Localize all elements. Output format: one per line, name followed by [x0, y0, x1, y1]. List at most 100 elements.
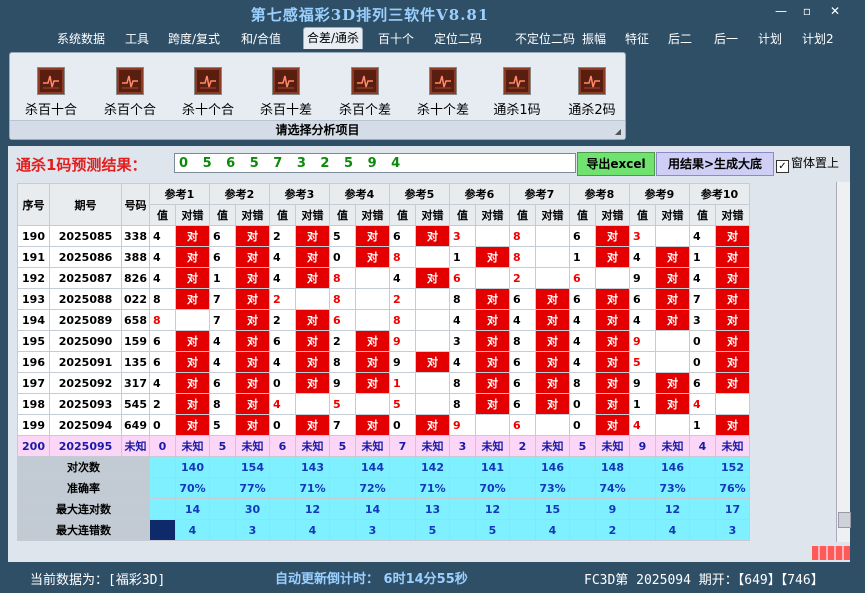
menu-item[interactable]: 后二 — [668, 30, 692, 47]
export-excel-button[interactable]: 导出excel — [577, 152, 655, 176]
ribbon-button[interactable]: 杀百十合 — [16, 67, 86, 118]
check-cell — [535, 414, 570, 436]
table-row[interactable]: 197 2025092 317 4 对 6 对 0 对 9 对 1 8 对 6 对 8 对 9 对 6 对 — [17, 372, 750, 394]
table-row[interactable]: 190 2025085 338 4 对 6 对 2 对 5 对 6 对 3 8 6 对 3 4 对 — [17, 225, 750, 247]
prediction-result-field[interactable]: 0 5 6 5 7 3 2 5 9 4 — [174, 153, 576, 173]
table-row[interactable]: 198 2025093 545 2 对 8 对 4 5 5 8 对 6 对 0 对 1 对 4 — [17, 393, 750, 415]
menu-item[interactable]: 计划2 — [802, 30, 834, 47]
main-panel: 通杀1码预测结果： 0 5 6 5 7 3 2 5 9 4 导出excel 用结… — [8, 146, 851, 562]
check-cell: 对 — [715, 225, 750, 247]
stats-label: 对次数 — [17, 456, 150, 478]
menu-item[interactable]: 和/合值 — [241, 30, 281, 47]
ribbon-button[interactable]: 通杀2码 — [557, 67, 627, 118]
menu-item[interactable]: 百十个 — [378, 30, 414, 47]
table-row[interactable]: 195 2025090 159 6 对 4 对 6 对 2 对 9 3 对 8 对 4 对 9 0 对 — [17, 330, 750, 352]
table-row[interactable]: 192 2025087 826 4 对 1 对 4 对 8 4 对 6 2 6 9 对 4 对 — [17, 267, 750, 289]
check-cell: 对 — [595, 372, 630, 394]
ribbon-button[interactable]: 杀十个合 — [173, 67, 243, 118]
seq-cell: 190 — [17, 225, 50, 247]
ribbon-button[interactable]: 通杀1码 — [482, 67, 552, 118]
table-row[interactable]: 191 2025086 388 4 对 6 对 4 对 0 对 8 1 对 8 1 对 4 对 1 对 — [17, 246, 750, 268]
period-cell: 2025094 — [49, 414, 122, 436]
period-cell: 2025087 — [49, 267, 122, 289]
check-cell: 未知 — [655, 435, 690, 457]
ribbon-button[interactable]: 杀百十差 — [251, 67, 321, 118]
value-cell: 8 — [569, 372, 596, 394]
check-cell: 对 — [235, 225, 270, 247]
value-cell: 2 — [509, 267, 536, 289]
check-cell — [175, 309, 210, 331]
menu-item[interactable]: 工具 — [125, 30, 149, 47]
scrollbar-thumb[interactable] — [838, 512, 851, 528]
value-cell: 4 — [269, 267, 296, 289]
stats-value: 12 — [295, 498, 330, 520]
check-cell: 未知 — [715, 435, 750, 457]
ribbon-button[interactable]: 杀十个差 — [408, 67, 478, 118]
menu-item[interactable]: 跨度/复式 — [168, 30, 220, 47]
number-cell: 658 — [121, 309, 150, 331]
table-row[interactable]: 194 2025089 658 8 7 对 2 对 6 8 4 对 4 对 4 对 4 对 3 对 — [17, 309, 750, 331]
menu-item[interactable]: 后一 — [714, 30, 738, 47]
check-cell: 对 — [655, 246, 690, 268]
chart-line-icon — [351, 67, 379, 95]
check-cell — [535, 225, 570, 247]
check-cell: 对 — [355, 414, 390, 436]
ribbon-button-label: 杀百十合 — [24, 103, 77, 118]
check-cell: 对 — [715, 351, 750, 373]
check-cell: 对 — [355, 330, 390, 352]
menu-item[interactable]: 特征 — [625, 30, 649, 47]
ribbon-button[interactable]: 杀百个差 — [330, 67, 400, 118]
table-row[interactable]: 196 2025091 135 6 对 4 对 4 对 8 对 9 对 4 对 6 对 4 对 5 0 对 — [17, 351, 750, 373]
seq-cell: 195 — [17, 330, 50, 352]
stats-value: 146 — [655, 456, 690, 478]
value-cell: 0 — [269, 372, 296, 394]
check-cell: 未知 — [355, 435, 390, 457]
ribbon-expand-icon[interactable]: ◢ — [615, 127, 621, 136]
resize-grip[interactable] — [812, 546, 850, 560]
minimize-button[interactable]: — — [770, 4, 792, 18]
check-cell — [355, 267, 390, 289]
value-cell: 3 — [689, 309, 716, 331]
period-cell: 2025095 — [49, 435, 122, 457]
table-row[interactable]: 199 2025094 649 0 对 5 对 0 对 7 对 0 对 9 6 0 对 4 1 对 — [17, 414, 750, 436]
table-row[interactable]: 193 2025088 022 8 对 7 对 2 8 2 8 对 6 对 6 对 6 对 7 对 — [17, 288, 750, 310]
check-cell: 对 — [535, 330, 570, 352]
value-cell: 4 — [269, 393, 296, 415]
stats-spacer — [689, 477, 716, 499]
generate-base-button[interactable]: 用结果>生成大底 — [656, 152, 774, 176]
check-cell: 对 — [715, 267, 750, 289]
value-cell: 5 — [329, 225, 356, 247]
ref-header: 参考7 — [509, 183, 570, 205]
stats-spacer — [209, 519, 236, 541]
menu-bar: 系统数据 工具 跨度/复式 和/合值 合差/通杀 百十个 定位二码 不定位二码 振幅 特征 后二 后一… — [0, 26, 865, 50]
value-cell: 4 — [569, 330, 596, 352]
ribbon-button[interactable]: 杀百个合 — [95, 67, 165, 118]
table-row-pending[interactable]: 200 2025095 未知 0 未知 5 未知 6 未知 5 未知 7 未知 3 未知 2 未知 5 未知 9 未知 4… — [17, 435, 750, 457]
check-cell — [535, 246, 570, 268]
menu-item[interactable]: 合差/通杀 — [303, 27, 364, 49]
number-cell: 545 — [121, 393, 150, 415]
menu-item[interactable]: 振幅 — [582, 30, 606, 47]
seq-cell: 191 — [17, 246, 50, 268]
number-cell: 338 — [121, 225, 150, 247]
close-button[interactable]: ✕ — [824, 4, 846, 18]
stats-spacer — [209, 477, 236, 499]
stats-value: 70% — [175, 477, 210, 499]
vertical-scrollbar[interactable] — [836, 182, 851, 542]
menu-item[interactable]: 计划 — [758, 30, 782, 47]
value-subheader: 值 — [149, 204, 176, 226]
value-cell: 1 — [389, 372, 416, 394]
stats-spacer — [509, 477, 536, 499]
menu-item[interactable]: 不定位二码 — [515, 30, 575, 47]
value-cell: 1 — [689, 414, 716, 436]
check-cell: 对 — [655, 267, 690, 289]
menu-item[interactable]: 定位二码 — [434, 30, 482, 47]
topmost-checkbox[interactable]: ✓ 窗体置上 — [776, 154, 839, 173]
menu-item[interactable]: 系统数据 — [57, 30, 105, 47]
check-cell — [655, 414, 690, 436]
check-cell: 对 — [535, 288, 570, 310]
check-cell: 未知 — [295, 435, 330, 457]
period-cell: 2025093 — [49, 393, 122, 415]
check-subheader: 对错 — [475, 204, 510, 226]
maximize-button[interactable]: ▫ — [796, 4, 818, 18]
